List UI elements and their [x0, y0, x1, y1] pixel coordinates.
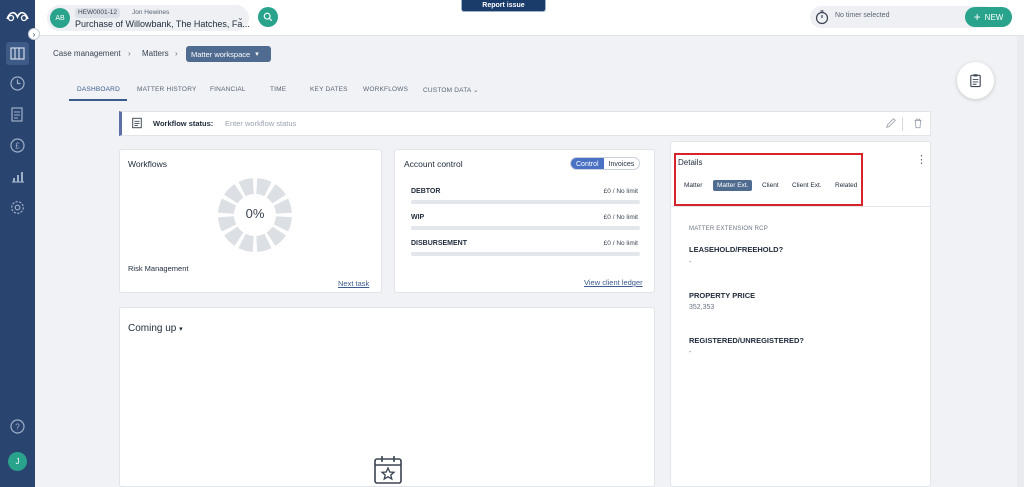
matters-icon[interactable] — [6, 42, 29, 65]
details-section-title: MATTER EXTENSION RCP — [689, 226, 768, 232]
workflow-status-label: Workflow status: — [153, 119, 214, 128]
registered-unregistered-value: - — [689, 349, 692, 356]
top-header: AB HEW0001-12 Jon Hewines Purchase of Wi… — [35, 0, 1024, 36]
workflow-percent: 0% — [245, 206, 265, 221]
caret-down-icon: ▾ — [179, 326, 183, 333]
new-button[interactable]: + NEW — [965, 7, 1012, 27]
more-options-icon[interactable]: ⋮ — [916, 155, 927, 166]
invoices-toggle[interactable]: Invoices — [604, 158, 640, 169]
registered-unregistered-label: REGISTERED/UNREGISTERED? — [689, 336, 805, 345]
help-icon[interactable]: ? — [9, 418, 26, 435]
reports-chart-icon[interactable] — [9, 168, 26, 185]
trash-icon[interactable] — [912, 117, 924, 129]
timer-text: No timer selected — [835, 12, 890, 19]
user-avatar[interactable]: J — [8, 452, 27, 471]
breadcrumb-separator-icon: › — [128, 49, 131, 58]
wip-label: WIP — [411, 214, 425, 221]
matter-user: Jon Hewines — [132, 9, 170, 16]
chevron-down-icon: ⌄ — [237, 13, 244, 22]
donut-segment — [224, 184, 244, 204]
time-icon[interactable] — [9, 75, 26, 92]
pencil-icon[interactable] — [885, 117, 897, 129]
tab-dashboard[interactable]: DASHBOARD — [77, 86, 120, 93]
finance-pound-icon[interactable]: £ — [9, 137, 26, 154]
property-price-value: 352,353 — [689, 304, 715, 311]
calendar-star-icon — [374, 456, 402, 484]
notes-button[interactable] — [957, 62, 994, 99]
wip-value: £0 / No limit — [603, 214, 638, 221]
matter-avatar: AB — [50, 8, 70, 28]
account-control-card: Account control Control Invoices DEBTOR … — [394, 149, 655, 293]
workflow-name: Risk Management — [128, 264, 189, 273]
wip-bar — [411, 226, 640, 230]
donut-segment — [266, 184, 286, 204]
matter-title: Purchase of Willowbank, The Hatches, Fa.… — [75, 19, 250, 29]
disbursement-label: DISBURSEMENT — [411, 240, 468, 247]
matter-workspace-dropdown[interactable]: Matter workspace ▾ — [186, 46, 271, 62]
divider — [671, 206, 930, 207]
control-toggle[interactable]: Control — [571, 158, 604, 169]
disbursement-value: £0 / No limit — [603, 240, 638, 247]
svg-text:£: £ — [15, 142, 20, 151]
report-issue-button[interactable]: Report issue — [461, 0, 546, 12]
donut-segment — [224, 226, 244, 246]
tab-custom-data[interactable]: CUSTOM DATA ⌄ — [423, 86, 479, 94]
page-scrollbar[interactable] — [1017, 36, 1024, 487]
debtor-label: DEBTOR — [411, 188, 441, 195]
app-logo-icon[interactable] — [5, 7, 30, 24]
matter-code-badge: HEW0001-12 — [75, 8, 121, 18]
coming-up-dropdown[interactable]: Coming up ▾ — [128, 323, 183, 334]
workflows-card: Workflows 0% Risk Management Next task — [119, 149, 382, 293]
account-view-toggle: Control Invoices — [570, 157, 641, 170]
divider — [902, 117, 903, 131]
tab-custom-data-label: CUSTOM DATA — [423, 87, 472, 94]
workflow-status-bar: Workflow status: Enter workflow status — [119, 111, 931, 136]
breadcrumb-matters[interactable]: Matters — [142, 49, 169, 58]
next-task-link[interactable]: Next task — [338, 279, 369, 288]
clipboard-icon — [970, 74, 981, 88]
search-icon — [263, 12, 273, 22]
svg-text:?: ? — [15, 423, 20, 432]
disbursement-bar — [411, 252, 640, 256]
leasehold-freehold-label: LEASEHOLD/FREEHOLD? — [689, 245, 784, 254]
debtor-value: £0 / No limit — [603, 188, 638, 195]
tab-key-dates[interactable]: KEY DATES — [310, 86, 348, 93]
coming-up-card: Coming up ▾ — [119, 307, 655, 487]
leasehold-freehold-value: - — [689, 259, 692, 266]
breadcrumb-current: Matter workspace — [191, 49, 251, 59]
tab-time[interactable]: TIME — [270, 86, 286, 93]
breadcrumb-separator-icon: › — [175, 49, 178, 58]
settings-gear-icon[interactable] — [9, 199, 26, 216]
documents-icon[interactable] — [9, 106, 26, 123]
account-control-title: Account control — [404, 159, 463, 169]
highlight-box — [674, 153, 863, 206]
workflows-title: Workflows — [128, 159, 168, 169]
search-button[interactable] — [258, 7, 278, 27]
debtor-bar — [411, 200, 640, 204]
tab-matter-history[interactable]: MATTER HISTORY — [137, 86, 197, 93]
matter-selector[interactable]: AB HEW0001-12 Jon Hewines Purchase of Wi… — [47, 5, 250, 31]
new-button-label: NEW — [984, 12, 1004, 22]
active-tab-underline — [69, 99, 127, 101]
sidebar: £ ? J — [0, 0, 35, 487]
tab-workflows[interactable]: WORKFLOWS — [363, 86, 408, 93]
tab-financial[interactable]: FINANCIAL — [210, 86, 246, 93]
coming-up-title: Coming up — [128, 323, 177, 334]
donut-segment — [266, 226, 286, 246]
stopwatch-icon — [815, 10, 829, 25]
plus-icon: + — [973, 10, 981, 24]
chevron-down-icon: ▾ — [255, 51, 259, 58]
property-price-label: PROPERTY PRICE — [689, 291, 756, 300]
view-client-ledger-link[interactable]: View client ledger — [584, 278, 643, 287]
chevron-down-icon: ⌄ — [473, 87, 479, 94]
document-icon — [132, 117, 142, 129]
breadcrumb-case-management[interactable]: Case management — [53, 49, 121, 58]
workflow-status-input[interactable]: Enter workflow status — [225, 119, 296, 128]
sidebar-toggle-chevron-icon[interactable]: › — [28, 28, 40, 40]
